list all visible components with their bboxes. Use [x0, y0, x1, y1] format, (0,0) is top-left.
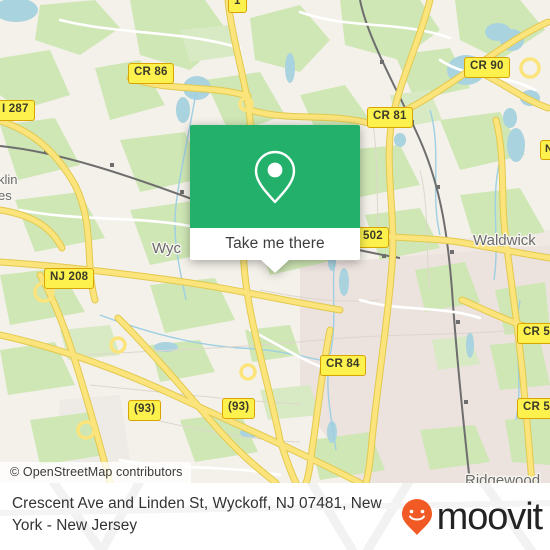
road-shield[interactable]: 502	[357, 227, 389, 248]
popup-header	[190, 125, 360, 228]
place-label: es	[0, 188, 12, 203]
moovit-pin-icon	[401, 499, 432, 535]
address-text: Crescent Ave and Linden St, Wyckoff, NJ …	[12, 495, 382, 534]
moovit-map-screenshot: .green { fill:#cfe7b5; } .green2 { fill:…	[0, 0, 550, 550]
take-me-there-label: Take me there	[225, 235, 325, 252]
place-label: klin	[0, 172, 18, 187]
road-shield[interactable]: I 287	[0, 100, 35, 121]
road-shield[interactable]: CR 81	[367, 107, 413, 128]
map-pin-icon	[254, 150, 296, 203]
road-shield[interactable]: NJ 208	[44, 268, 95, 289]
osm-attribution[interactable]: © OpenStreetMap contributors	[0, 462, 191, 483]
moovit-logo[interactable]: moovit	[400, 496, 543, 538]
moovit-wordmark: moovit	[436, 496, 543, 538]
road-shield[interactable]: CR 90	[464, 57, 510, 78]
road-shield[interactable]: CR 50	[517, 323, 550, 344]
place-label-ridgewood: Ridgewood	[465, 472, 541, 483]
popup-action[interactable]: Take me there	[190, 228, 360, 260]
road-shield[interactable]: 1	[228, 0, 247, 13]
road-shield[interactable]: N	[540, 140, 550, 160]
road-shield[interactable]: CR 84	[320, 355, 366, 376]
place-label-waldwick: Waldwick	[473, 232, 536, 249]
location-popup[interactable]: Take me there	[190, 125, 360, 273]
road-shield[interactable]: CR 86	[128, 63, 174, 84]
popup-tail	[261, 260, 289, 273]
road-shield[interactable]: (93)	[222, 398, 256, 419]
place-label-wyckoff: Wyc	[152, 240, 182, 257]
map-canvas[interactable]: .green { fill:#cfe7b5; } .green2 { fill:…	[0, 0, 550, 483]
road-shield[interactable]: CR 50	[517, 398, 550, 419]
footer-bar: Crescent Ave and Linden St, Wyckoff, NJ …	[0, 483, 550, 550]
road-shield[interactable]: (93)	[128, 400, 162, 421]
